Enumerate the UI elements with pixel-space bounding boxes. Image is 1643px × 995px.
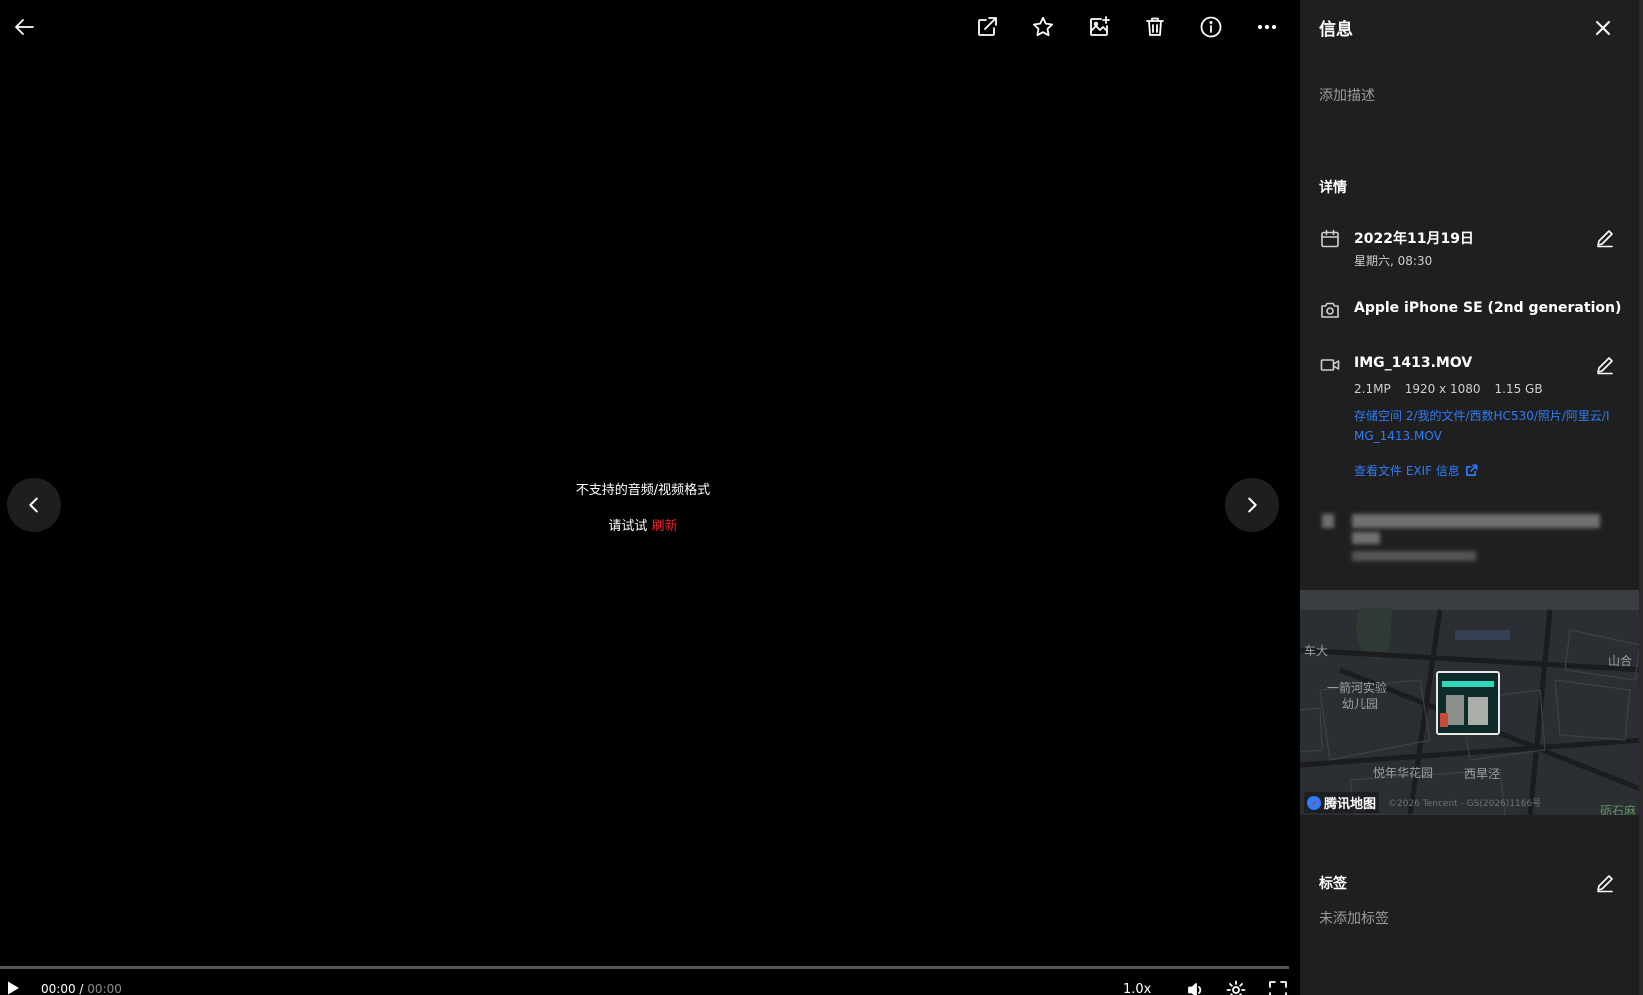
previous-button[interactable] (7, 478, 61, 532)
play-icon[interactable] (5, 980, 21, 995)
star-icon (1033, 16, 1053, 37)
info-panel: 信息 添加描述 详情 2022年11月19日 星期六, 08:30 Apple … (1300, 0, 1643, 995)
thumbnail-image (1438, 673, 1498, 733)
map-label: 幼儿园 (1342, 697, 1379, 711)
map-provider-text: 腾讯地图 (1324, 797, 1377, 812)
edit-filename-button[interactable] (1595, 355, 1617, 377)
photo-location-thumbnail[interactable] (1436, 671, 1500, 735)
settings-button[interactable] (1226, 980, 1246, 995)
map-provider-logo: 腾讯地图 (1304, 792, 1380, 813)
blurred-address (1352, 514, 1600, 528)
refresh-link[interactable]: 刷新 (652, 519, 678, 534)
map-label: 悦年华花园 (1373, 766, 1434, 780)
favorite-button[interactable] (1027, 11, 1059, 43)
pencil-icon (1597, 357, 1613, 375)
weekday-time-text: 星期六, 08:30 (1354, 254, 1433, 268)
close-panel-button[interactable] (1589, 14, 1617, 42)
current-time: 00:00 (41, 982, 76, 995)
blurred-address-line2 (1352, 532, 1380, 544)
map-label: 砺石麻 (1600, 804, 1637, 815)
details-heading: 详情 (1319, 180, 1347, 196)
add-to-album-button[interactable] (1083, 11, 1115, 43)
map-label: 西旱泾 (1464, 767, 1501, 781)
camera-icon (1319, 299, 1341, 321)
info-button[interactable] (1195, 11, 1227, 43)
megapixels-text: 2.1MP (1354, 382, 1391, 396)
volume-icon (1188, 983, 1202, 995)
fullscreen-button[interactable] (1268, 980, 1288, 995)
location-map[interactable]: 车大 山合 一箭河实验 幼儿园 悦年华花园 西旱泾 砺石麻 腾讯地图 ©2026… (1300, 590, 1643, 815)
volume-button[interactable] (1186, 980, 1206, 995)
image-plus-icon (1090, 16, 1110, 36)
chevron-left-icon (29, 497, 38, 513)
map-copyright: ©2026 Tencent - GS(2026)1166号 (1388, 799, 1542, 809)
location-pin-icon (1322, 514, 1334, 528)
file-name-text: IMG_1413.MOV (1354, 355, 1473, 371)
trash-icon (1146, 17, 1164, 36)
unsupported-format-message: 不支持的音频/视频格式 (575, 483, 711, 498)
share-button[interactable] (971, 11, 1003, 43)
blurred-coordinates (1352, 551, 1476, 561)
chevron-right-icon (1248, 497, 1257, 513)
viewer-toolbar (0, 0, 1300, 56)
file-meta: 2.1MP 1920 x 1080 1.15 GB (1354, 382, 1557, 396)
pencil-icon (1597, 875, 1613, 893)
video-player-controls: 00:00 / 00:00 1.0x (0, 962, 1300, 995)
retry-message: 请试试 刷新 (500, 515, 786, 534)
media-viewer: 不支持的音频/视频格式 请试试 刷新 00:00 / 00:00 1.0x (0, 0, 1300, 995)
fullscreen-icon (1269, 981, 1287, 995)
open-external-icon (1465, 464, 1478, 476)
date-text: 2022年11月19日 (1354, 231, 1474, 247)
add-description-field[interactable]: 添加描述 (1319, 85, 1375, 105)
pencil-icon (1597, 230, 1613, 248)
duration: 00:00 (87, 982, 122, 995)
tags-heading: 标签 (1319, 876, 1347, 892)
retry-prefix: 请试试 (608, 519, 648, 534)
progress-bar[interactable] (0, 966, 1289, 969)
edit-date-button[interactable] (1595, 228, 1617, 250)
info-panel-title: 信息 (1319, 20, 1353, 40)
exif-info-link[interactable]: 查看文件 EXIF 信息 (1354, 462, 1478, 479)
back-button[interactable] (9, 11, 41, 43)
file-size-text: 1.15 GB (1494, 382, 1543, 396)
open-external-icon (978, 17, 997, 36)
tencent-map-icon (1307, 795, 1321, 810)
no-tags-text: 未添加标签 (1319, 911, 1389, 927)
map-label: 一箭河实验 (1327, 681, 1388, 695)
more-button[interactable] (1251, 11, 1283, 43)
scrollbar[interactable] (1639, 0, 1643, 995)
file-path-link[interactable]: 存储空间 2/我的文件/西数HC530/照片/阿里云/IMG_1413.MOV (1354, 406, 1610, 446)
resolution-text: 1920 x 1080 (1404, 382, 1481, 396)
playback-speed-button[interactable]: 1.0x (1123, 982, 1151, 995)
edit-tags-button[interactable] (1595, 873, 1617, 895)
map-label: 车大 (1304, 644, 1329, 658)
next-button[interactable] (1225, 478, 1279, 532)
map-label: 山合 (1608, 654, 1633, 668)
time-separator: / (75, 982, 88, 995)
info-icon (1200, 16, 1222, 38)
arrow-left-icon (15, 19, 34, 35)
gear-icon (1226, 980, 1246, 995)
camera-model-text: Apple iPhone SE (2nd generation) (1354, 300, 1622, 316)
video-icon (1319, 354, 1341, 376)
close-icon (1596, 21, 1610, 35)
calendar-icon (1319, 228, 1341, 250)
exif-link-label: 查看文件 EXIF 信息 (1354, 464, 1460, 478)
time-display: 00:00 / 00:00 (41, 982, 122, 995)
more-horizontal-icon (1257, 24, 1277, 30)
delete-button[interactable] (1139, 11, 1171, 43)
